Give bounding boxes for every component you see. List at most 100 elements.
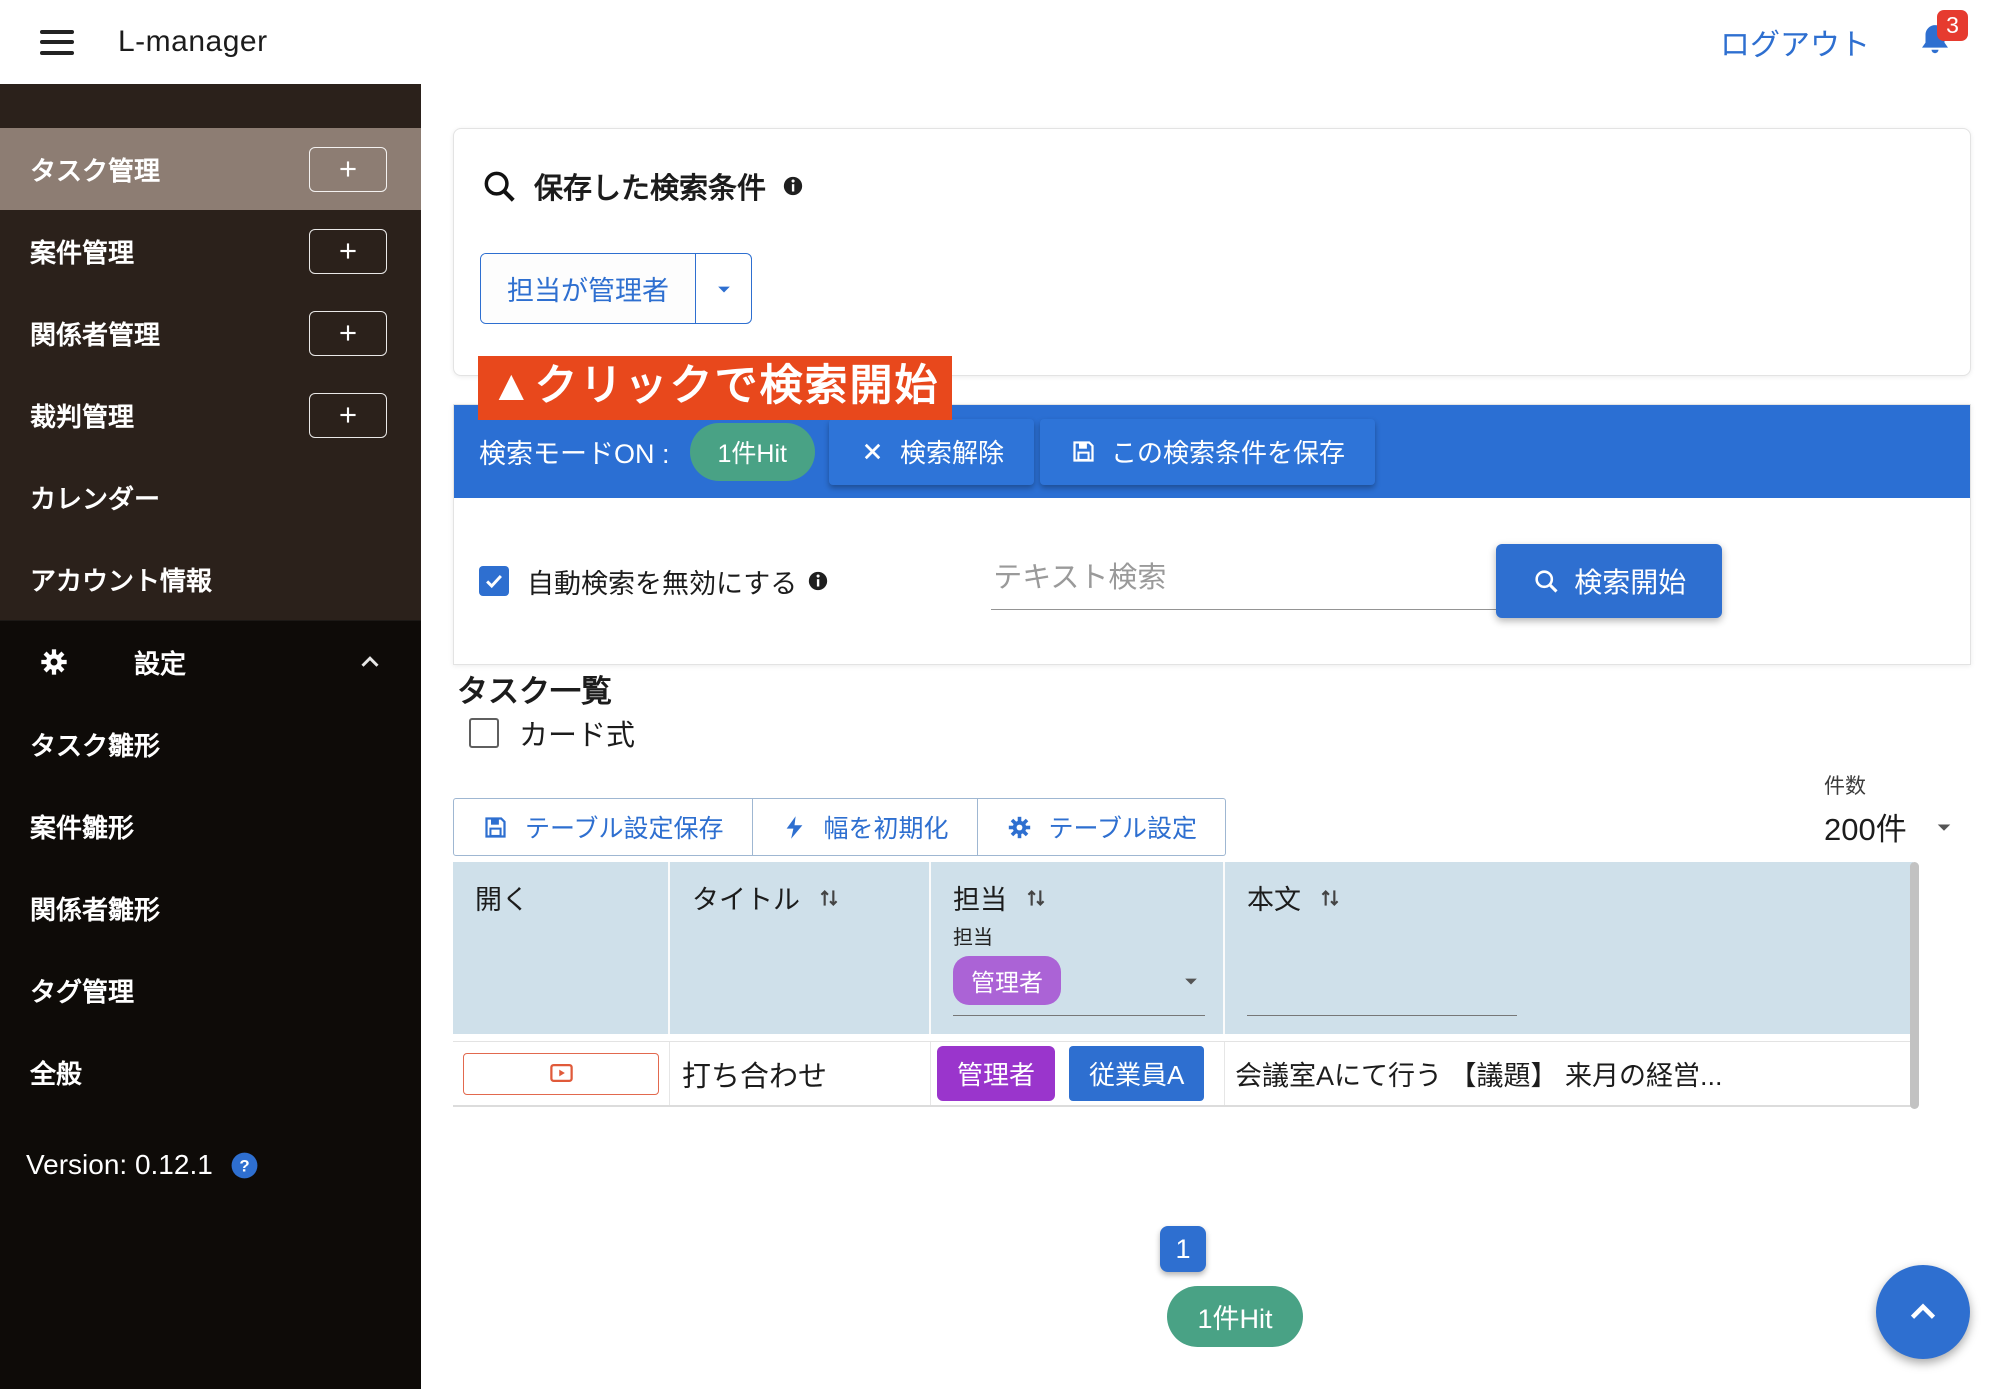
clear-search-button[interactable]: 検索解除 (829, 419, 1034, 485)
sidebar-item-label: 案件管理 (30, 233, 134, 270)
text-search-field (991, 552, 1496, 610)
sidebar-item-label: タグ管理 (30, 972, 134, 1009)
menu-icon[interactable] (40, 30, 74, 55)
add-stakeholder-button[interactable] (309, 311, 387, 356)
pagination-hit-badge: 1件Hit (1167, 1286, 1302, 1347)
assignee-filter-chip[interactable]: 管理者 (953, 956, 1061, 1005)
task-table: 開く タイトル 担当 担当 管理者 (453, 862, 1913, 1107)
text-search-input[interactable] (991, 552, 1496, 609)
sidebar-item-stakeholder-template[interactable]: 関係者雛形 (0, 867, 421, 949)
save-icon (1070, 438, 1097, 465)
sidebar-item-label: 関係者雛形 (30, 890, 160, 927)
plus-icon (335, 402, 361, 428)
cell-title[interactable]: 打ち合わせ (670, 1042, 931, 1105)
assignee-chip[interactable]: 管理者 (937, 1046, 1055, 1101)
table-settings-button[interactable]: テーブル設定 (978, 798, 1227, 856)
disable-auto-search-checkbox[interactable] (479, 566, 509, 596)
column-header-body[interactable]: 本文 (1225, 862, 1913, 1034)
info-icon[interactable] (782, 175, 804, 197)
table-scrollbar[interactable] (1910, 862, 1919, 1109)
sidebar-item-general[interactable]: 全般 (0, 1031, 421, 1113)
slideshow-icon (548, 1060, 575, 1087)
saved-search-dropdown-button[interactable] (695, 254, 751, 323)
plus-icon (335, 238, 361, 264)
save-search-condition-button[interactable]: この検索条件を保存 (1040, 419, 1375, 485)
logout-link[interactable]: ログアウト (1720, 20, 1870, 64)
add-case-button[interactable] (309, 229, 387, 274)
sidebar-item-task-template[interactable]: タスク雛形 (0, 703, 421, 785)
cell-open (453, 1042, 670, 1105)
sidebar-item-task-management[interactable]: タスク管理 (0, 128, 421, 210)
close-icon (859, 438, 886, 465)
assignee-filter-label: 担当 (953, 921, 1205, 950)
count-label: 件数 (1824, 770, 1959, 800)
card-view-checkbox[interactable] (469, 718, 499, 748)
sidebar-item-label: カレンダー (30, 479, 160, 516)
search-mode-card: 検索モードON : 1件Hit 検索解除 この検索条件を保存 自動検索を無効にす… (453, 404, 1971, 665)
top-bar: L-manager ログアウト 3 (0, 0, 2000, 84)
sidebar-item-account-info[interactable]: アカウント情報 (0, 538, 421, 620)
add-trial-button[interactable] (309, 393, 387, 438)
notifications-button[interactable]: 3 (1916, 22, 1956, 62)
sort-icon[interactable] (1023, 885, 1049, 911)
body-filter-input[interactable] (1247, 980, 1517, 1016)
column-header-title[interactable]: タイトル (670, 862, 931, 1034)
version-info: Version: 0.12.1 ? (0, 1149, 421, 1181)
sidebar-item-calendar[interactable]: カレンダー (0, 456, 421, 538)
cell-assignee: 管理者 従業員A (931, 1042, 1225, 1105)
sidebar-spacer (0, 84, 421, 128)
chevron-up-icon (355, 647, 385, 677)
assignee-chip[interactable]: 従業員A (1069, 1046, 1204, 1101)
sort-icon[interactable] (816, 885, 842, 911)
sidebar-item-tag-management[interactable]: タグ管理 (0, 949, 421, 1031)
add-task-button[interactable] (309, 147, 387, 192)
svg-text:?: ? (239, 1156, 249, 1175)
table-toolbar: テーブル設定保存 幅を初期化 テーブル設定 (453, 798, 1226, 856)
sidebar-item-case-management[interactable]: 案件管理 (0, 210, 421, 292)
info-icon[interactable] (807, 570, 829, 592)
column-header-assignee[interactable]: 担当 担当 管理者 (931, 862, 1225, 1034)
app-title: L-manager (118, 25, 268, 59)
gear-icon (38, 646, 70, 678)
sidebar-item-label: タスク雛形 (30, 726, 160, 763)
result-count-select: 件数 200件 (1824, 770, 1959, 849)
reset-width-button[interactable]: 幅を初期化 (753, 798, 978, 856)
sidebar-settings-header[interactable]: 設定 (0, 621, 421, 703)
scroll-to-top-button[interactable] (1876, 1265, 1970, 1359)
page-1-button[interactable]: 1 (1160, 1226, 1206, 1272)
card-view-toggle[interactable]: カード式 (469, 712, 635, 754)
help-icon[interactable]: ? (229, 1150, 260, 1181)
start-search-button[interactable]: 検索開始 (1496, 544, 1722, 618)
sidebar-item-stakeholder-management[interactable]: 関係者管理 (0, 292, 421, 374)
plus-icon (335, 320, 361, 346)
task-list-title: タスク一覧 (457, 666, 612, 711)
save-table-settings-button[interactable]: テーブル設定保存 (453, 798, 753, 856)
assignee-filter[interactable]: 管理者 (953, 956, 1205, 1016)
sidebar-settings-section: 設定 タスク雛形 案件雛形 関係者雛形 タグ管理 全般 Version: 0.1… (0, 620, 421, 1389)
notification-badge: 3 (1937, 10, 1968, 41)
saved-condition-button: 担当が管理者 (480, 253, 752, 324)
chevron-down-icon (1929, 812, 1959, 842)
cell-body[interactable]: 会議室Aにて行う 【議題】 来月の経営... (1225, 1042, 1913, 1105)
saved-condition-row: 担当が管理者 (480, 253, 752, 324)
sort-icon[interactable] (1317, 885, 1343, 911)
sidebar-item-case-template[interactable]: 案件雛形 (0, 785, 421, 867)
saved-search-card: 保存した検索条件 担当が管理者 (453, 128, 1971, 376)
chevron-down-icon[interactable] (1177, 967, 1205, 995)
open-task-button[interactable] (463, 1053, 659, 1095)
run-saved-search-button[interactable]: 担当が管理者 (481, 254, 695, 323)
sidebar-item-label: 案件雛形 (30, 808, 134, 845)
sidebar-item-label: 関係者管理 (30, 315, 160, 352)
count-value-dropdown[interactable]: 200件 (1824, 804, 1959, 849)
search-icon (480, 167, 518, 205)
pagination: 1 1件Hit (453, 1226, 1913, 1347)
disable-auto-search-label: 自動検索を無効にする (527, 562, 829, 601)
settings-label: 設定 (134, 644, 186, 681)
saved-search-title: 保存した検索条件 (534, 165, 766, 207)
search-icon (1532, 567, 1560, 595)
chevron-up-icon (1902, 1291, 1944, 1333)
sidebar: タスク管理 案件管理 関係者管理 裁判管理 カレンダー (0, 84, 421, 1389)
check-icon (483, 570, 505, 592)
sidebar-item-trial-management[interactable]: 裁判管理 (0, 374, 421, 456)
main-content: 保存した検索条件 担当が管理者 ▲クリックで検索開始 検索モードON : 1件H… (421, 84, 2000, 1389)
